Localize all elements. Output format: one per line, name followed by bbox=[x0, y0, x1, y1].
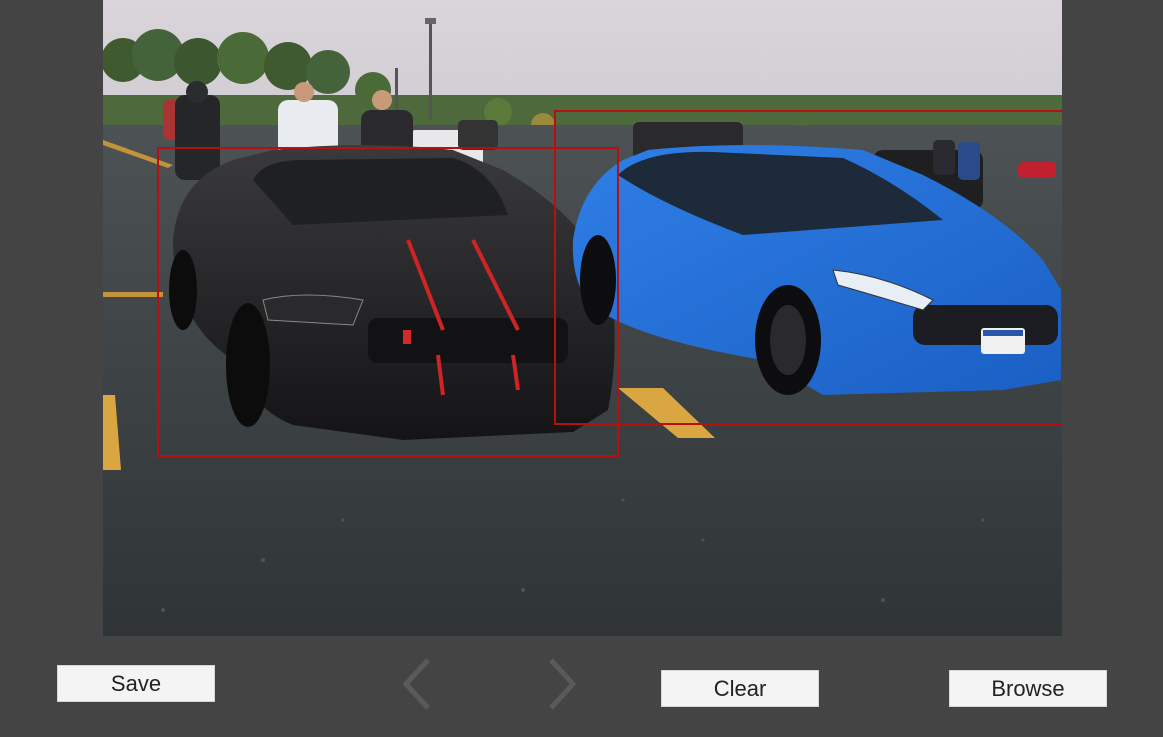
bounding-box-blue-car[interactable] bbox=[554, 110, 1062, 425]
save-button[interactable]: Save bbox=[57, 665, 215, 702]
annotation-app: Save Clear Browse bbox=[0, 0, 1163, 737]
browse-button[interactable]: Browse bbox=[949, 670, 1107, 707]
image-canvas[interactable] bbox=[103, 0, 1062, 636]
bounding-box-black-car[interactable] bbox=[157, 147, 619, 457]
chevron-right-icon[interactable] bbox=[541, 656, 581, 712]
chevron-left-icon[interactable] bbox=[398, 656, 438, 712]
clear-button[interactable]: Clear bbox=[661, 670, 819, 707]
